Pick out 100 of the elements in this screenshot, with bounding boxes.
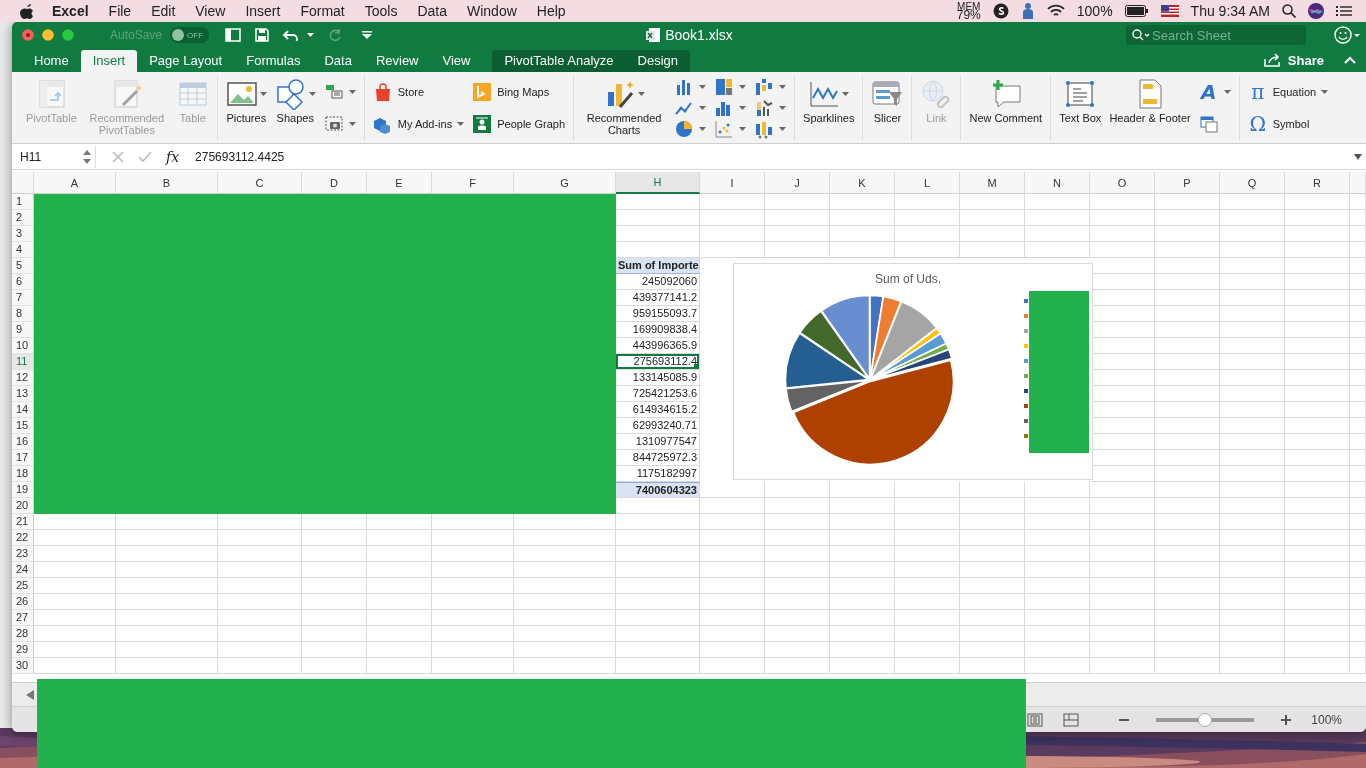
table-cell[interactable]	[1285, 610, 1350, 626]
table-cell[interactable]	[1350, 466, 1366, 482]
table-cell[interactable]	[432, 546, 514, 562]
menu-item[interactable]: View	[185, 3, 236, 19]
table-cell[interactable]	[700, 242, 765, 258]
row-header[interactable]: 8	[12, 306, 34, 322]
table-cell[interactable]	[218, 562, 302, 578]
table-cell[interactable]	[1220, 450, 1285, 466]
ribbon-button[interactable]	[714, 119, 747, 140]
table-cell[interactable]	[616, 514, 700, 530]
table-cell[interactable]	[765, 210, 830, 226]
table-cell[interactable]	[1285, 482, 1350, 498]
table-cell[interactable]	[1090, 482, 1155, 498]
table-cell[interactable]	[765, 194, 830, 210]
table-cell[interactable]	[1350, 514, 1366, 530]
table-cell[interactable]	[1155, 338, 1220, 354]
table-cell[interactable]	[1155, 562, 1220, 578]
table-cell[interactable]	[514, 578, 616, 594]
table-cell[interactable]	[1285, 642, 1350, 658]
ribbon-tab[interactable]: Home	[22, 50, 81, 72]
table-cell[interactable]	[1285, 242, 1350, 258]
table-cell[interactable]	[895, 194, 960, 210]
table-cell[interactable]	[116, 626, 218, 642]
table-cell[interactable]	[1350, 498, 1366, 514]
table-cell[interactable]	[218, 594, 302, 610]
table-cell[interactable]	[765, 642, 830, 658]
table-cell[interactable]	[1155, 242, 1220, 258]
column-header[interactable]: M	[960, 172, 1025, 194]
table-cell[interactable]	[1285, 258, 1350, 274]
table-cell[interactable]	[960, 626, 1025, 642]
table-cell[interactable]	[960, 226, 1025, 242]
ribbon-button[interactable]: New Comment	[969, 76, 1043, 140]
table-cell[interactable]	[1350, 450, 1366, 466]
scroll-left-icon[interactable]	[26, 689, 34, 700]
ribbon-button[interactable]	[754, 98, 787, 118]
table-cell[interactable]	[1220, 642, 1285, 658]
table-cell[interactable]	[1285, 274, 1350, 290]
table-cell[interactable]	[1285, 386, 1350, 402]
table-cell[interactable]	[765, 658, 830, 674]
table-cell[interactable]	[700, 226, 765, 242]
table-cell[interactable]	[1285, 290, 1350, 306]
table-cell[interactable]	[1285, 434, 1350, 450]
table-cell[interactable]	[960, 210, 1025, 226]
orb-icon[interactable]	[1308, 3, 1324, 19]
table-cell[interactable]	[830, 514, 895, 530]
table-cell[interactable]	[1285, 546, 1350, 562]
table-cell[interactable]	[1155, 370, 1220, 386]
table-cell[interactable]	[1285, 354, 1350, 370]
table-cell[interactable]	[1155, 578, 1220, 594]
table-cell[interactable]	[1220, 418, 1285, 434]
row-header[interactable]: 2	[12, 210, 34, 226]
table-cell[interactable]	[895, 642, 960, 658]
table-cell[interactable]	[1220, 354, 1285, 370]
table-cell[interactable]	[1025, 562, 1090, 578]
table-cell[interactable]	[1220, 306, 1285, 322]
table-cell[interactable]	[432, 530, 514, 546]
table-cell[interactable]	[1350, 242, 1366, 258]
table-cell[interactable]	[895, 562, 960, 578]
row-header[interactable]: 22	[12, 530, 34, 546]
table-cell[interactable]	[1350, 642, 1366, 658]
table-cell[interactable]	[1090, 210, 1155, 226]
row-header[interactable]: 1	[12, 194, 34, 210]
table-cell[interactable]	[302, 610, 367, 626]
table-cell[interactable]	[700, 578, 765, 594]
customize-icon[interactable]	[362, 31, 373, 39]
menu-item[interactable]: Format	[290, 3, 355, 19]
table-cell[interactable]	[1285, 530, 1350, 546]
column-header[interactable]: P	[1155, 172, 1220, 194]
zoom-in-icon[interactable]	[1281, 714, 1292, 725]
table-cell[interactable]	[700, 546, 765, 562]
table-cell[interactable]	[895, 546, 960, 562]
expand-icon[interactable]	[1354, 153, 1362, 160]
table-cell[interactable]	[514, 642, 616, 658]
column-header[interactable]: L	[895, 172, 960, 194]
table-cell[interactable]	[367, 610, 432, 626]
table-cell[interactable]	[700, 610, 765, 626]
column-header[interactable]: R	[1285, 172, 1350, 194]
table-cell[interactable]	[1090, 642, 1155, 658]
table-cell[interactable]	[1220, 514, 1285, 530]
table-cell[interactable]	[1350, 402, 1366, 418]
row-header[interactable]: 13	[12, 386, 34, 402]
ribbon-button[interactable]: Sparklines	[803, 76, 855, 140]
table-cell[interactable]	[1155, 626, 1220, 642]
table-cell[interactable]	[1350, 194, 1366, 210]
table-cell[interactable]	[1220, 658, 1285, 674]
table-cell[interactable]	[1090, 658, 1155, 674]
ribbon-button[interactable]: Bing Maps	[472, 82, 566, 102]
table-cell[interactable]: 275693112.4	[616, 354, 700, 370]
table-cell[interactable]	[1220, 258, 1285, 274]
ribbon-button[interactable]: Shapes	[274, 76, 316, 140]
table-cell[interactable]	[1155, 610, 1220, 626]
table-cell[interactable]	[116, 530, 218, 546]
formula-field[interactable]: 275693112.4425	[193, 149, 1354, 164]
ribbon-button[interactable]	[323, 114, 356, 134]
table-cell[interactable]	[1220, 242, 1285, 258]
table-cell[interactable]	[700, 210, 765, 226]
table-cell[interactable]	[765, 242, 830, 258]
table-cell[interactable]	[1025, 498, 1090, 514]
table-cell[interactable]	[1155, 354, 1220, 370]
confirm-icon[interactable]	[138, 150, 152, 163]
